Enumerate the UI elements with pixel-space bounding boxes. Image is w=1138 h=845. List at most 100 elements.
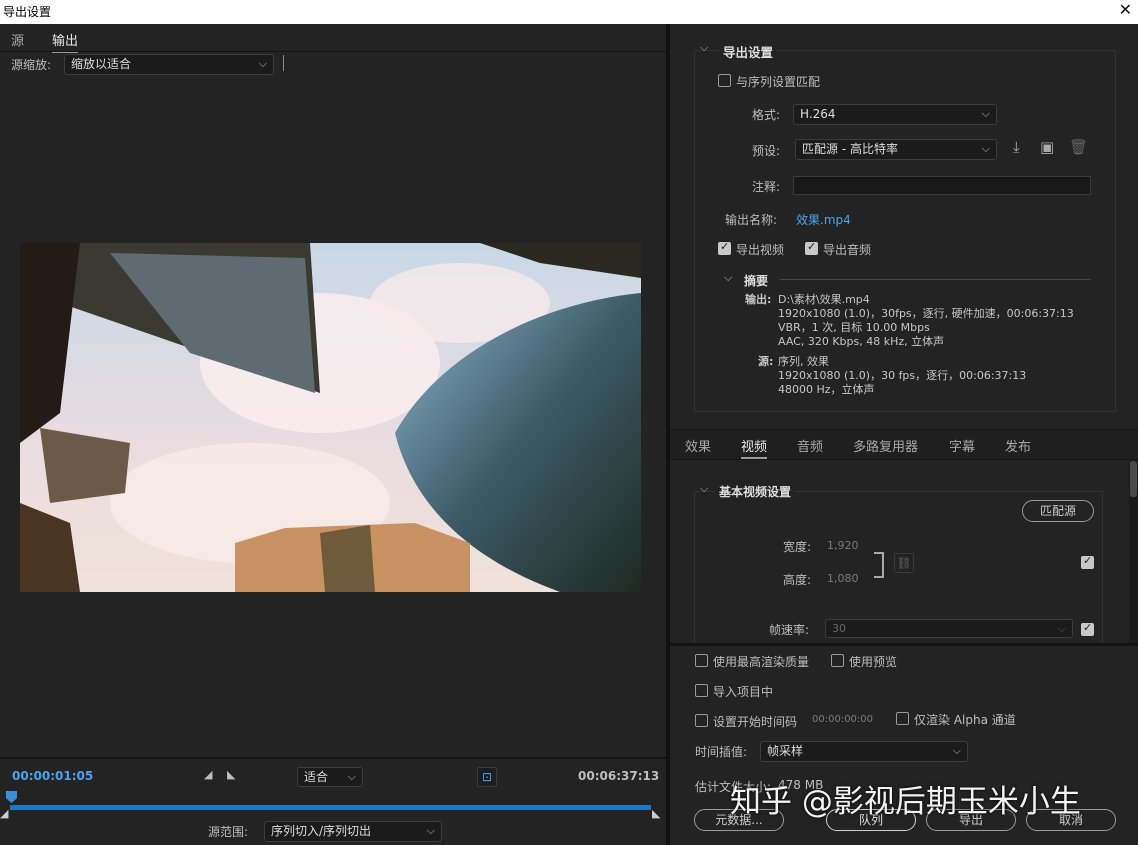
trash-icon[interactable]: 🗑 [1069, 138, 1088, 156]
fit-dropdown[interactable]: 适合 ⌵ [297, 767, 363, 787]
chevron-down-icon[interactable]: ⌵ [724, 271, 732, 285]
summary-source-line: 序列, 效果 [778, 355, 829, 368]
import-project-checkbox[interactable] [695, 684, 708, 697]
tab-source[interactable]: 源 [11, 30, 24, 49]
frame-rate-label: 帧速率: [769, 623, 810, 637]
source-scale-dropdown[interactable]: 缩放以适合 ⌵ [64, 54, 274, 75]
width-label: 宽度: [783, 540, 812, 554]
mark-out-icon[interactable]: ◣ [227, 768, 235, 781]
export-video-label: 导出视频 [736, 243, 785, 257]
timeline-bar[interactable] [10, 805, 651, 810]
summary-output-line: 1920x1080 (1.0)，30fps，逐行, 硬件加速，00:06:37:… [778, 307, 1074, 320]
frame-rate-dropdown[interactable]: 30 ⌵ [825, 619, 1073, 638]
chevron-down-icon: ⌵ [258, 57, 267, 70]
max-render-label: 使用最高渲染质量 [713, 655, 810, 669]
divider [670, 643, 1138, 646]
summary-output-line: VBR，1 次, 目标 10.00 Mbps [778, 321, 930, 334]
preset-value: 匹配源 - 高比特率 [802, 142, 898, 156]
tab-audio[interactable]: 音频 [797, 436, 823, 455]
aspect-toggle-icon[interactable]: ⊡ [477, 767, 497, 787]
set-start-tc-checkbox[interactable] [695, 714, 708, 727]
source-scale-label: 源缩放: [11, 58, 52, 72]
summary-source-label: 源: [758, 355, 774, 368]
chevron-down-icon: ⌵ [426, 824, 435, 837]
import-project-label: 导入项目中 [713, 685, 774, 699]
tab-video[interactable]: 视频 [741, 436, 768, 459]
export-settings-title: 导出设置 [719, 42, 778, 61]
start-tc-value[interactable]: 00:00:00:00 [812, 714, 873, 725]
source-range-value: 序列切入/序列切出 [271, 824, 372, 838]
height-label: 高度: [783, 573, 812, 587]
source-range-label: 源范围: [208, 825, 249, 839]
mark-in-icon[interactable]: ◢ [204, 768, 212, 781]
format-label: 格式: [752, 108, 781, 122]
in-point-icon[interactable]: ◢ [0, 807, 8, 820]
preset-dropdown[interactable]: 匹配源 - 高比特率 ⌵ [795, 139, 997, 160]
source-scale-value: 缩放以适合 [71, 57, 132, 71]
export-audio-label: 导出音频 [823, 243, 872, 257]
format-value: H.264 [800, 107, 836, 121]
chevron-down-icon[interactable]: ⌵ [700, 482, 708, 496]
height-value[interactable]: 1,080 [827, 572, 859, 585]
link-icon[interactable]: ⛓ [894, 553, 914, 573]
scrollbar-thumb[interactable] [1130, 461, 1137, 497]
separator [283, 55, 284, 71]
tab-captions[interactable]: 字幕 [949, 436, 975, 455]
divider [0, 757, 666, 759]
use-previews-label: 使用预览 [849, 655, 898, 669]
summary-source-line: 48000 Hz，立体声 [778, 383, 875, 396]
chevron-down-icon: ⌵ [952, 744, 961, 757]
preset-label: 预设: [752, 144, 781, 158]
format-dropdown[interactable]: H.264 ⌵ [793, 104, 997, 125]
preview-panel: 源 输出 源缩放: 缩放以适合 ⌵ 00:00:01:05 ◢ ◣ 适合 ⌵ ⊡… [0, 24, 666, 845]
current-timecode[interactable]: 00:00:01:05 [12, 769, 93, 783]
close-icon[interactable]: ✕ [1119, 0, 1132, 19]
frame-rate-value: 30 [832, 622, 846, 635]
match-sequence-label: 与序列设置匹配 [736, 75, 821, 89]
chevron-down-icon: ⌵ [981, 107, 990, 120]
comments-label: 注释: [752, 180, 781, 194]
end-timecode: 00:06:37:13 [578, 769, 660, 783]
match-source-button[interactable]: 匹配源 [1022, 500, 1094, 522]
match-frame-rate-checkbox[interactable] [1081, 621, 1094, 636]
divider [780, 279, 1091, 280]
link-bracket [874, 552, 884, 578]
out-point-icon[interactable]: ◣ [652, 807, 660, 820]
chevron-down-icon: ⌵ [981, 142, 990, 155]
comments-input[interactable] [793, 176, 1091, 195]
playhead-icon[interactable] [6, 791, 17, 803]
summary-output-line: D:\素材\效果.mp4 [778, 293, 870, 306]
title-bar: 导出设置 ✕ [0, 0, 1138, 24]
output-name-link[interactable]: 效果.mp4 [796, 211, 851, 228]
tab-publish[interactable]: 发布 [1005, 436, 1031, 455]
alpha-only-checkbox[interactable] [896, 712, 909, 725]
export-audio-checkbox[interactable] [805, 240, 818, 255]
time-interp-value: 帧采样 [767, 744, 804, 758]
alpha-only-label: 仅渲染 Alpha 通道 [914, 713, 1016, 727]
match-sequence-checkbox[interactable] [718, 74, 731, 87]
summary-source-line: 1920x1080 (1.0)，30 fps，逐行，00:06:37:13 [778, 369, 1027, 382]
summary-output-line: AAC, 320 Kbps, 48 kHz, 立体声 [778, 335, 945, 348]
source-range-dropdown[interactable]: 序列切入/序列切出 ⌵ [264, 821, 442, 842]
fit-value: 适合 [304, 770, 329, 784]
time-interp-dropdown[interactable]: 帧采样 ⌵ [760, 741, 968, 762]
import-preset-icon[interactable]: ▣ [1040, 138, 1054, 156]
divider [0, 51, 666, 52]
match-size-checkbox[interactable] [1081, 554, 1094, 569]
chevron-down-icon: ⌵ [347, 770, 356, 783]
set-start-tc-label: 设置开始时间码 [713, 715, 798, 729]
export-video-checkbox[interactable] [718, 240, 731, 255]
tab-effects[interactable]: 效果 [685, 436, 711, 455]
preview-image [20, 243, 641, 592]
video-settings-title: 基本视频设置 [715, 483, 796, 500]
tab-output[interactable]: 输出 [52, 30, 79, 53]
max-render-checkbox[interactable] [695, 654, 708, 667]
window-title: 导出设置 [3, 5, 52, 19]
save-preset-icon[interactable]: ⤓ [1013, 138, 1020, 156]
chevron-down-icon[interactable]: ⌵ [700, 41, 708, 55]
use-previews-checkbox[interactable] [831, 654, 844, 667]
time-interp-label: 时间插值: [695, 745, 748, 759]
width-value[interactable]: 1,920 [827, 539, 859, 552]
chevron-down-icon: ⌵ [1057, 622, 1066, 635]
tab-multiplexer[interactable]: 多路复用器 [853, 436, 918, 455]
